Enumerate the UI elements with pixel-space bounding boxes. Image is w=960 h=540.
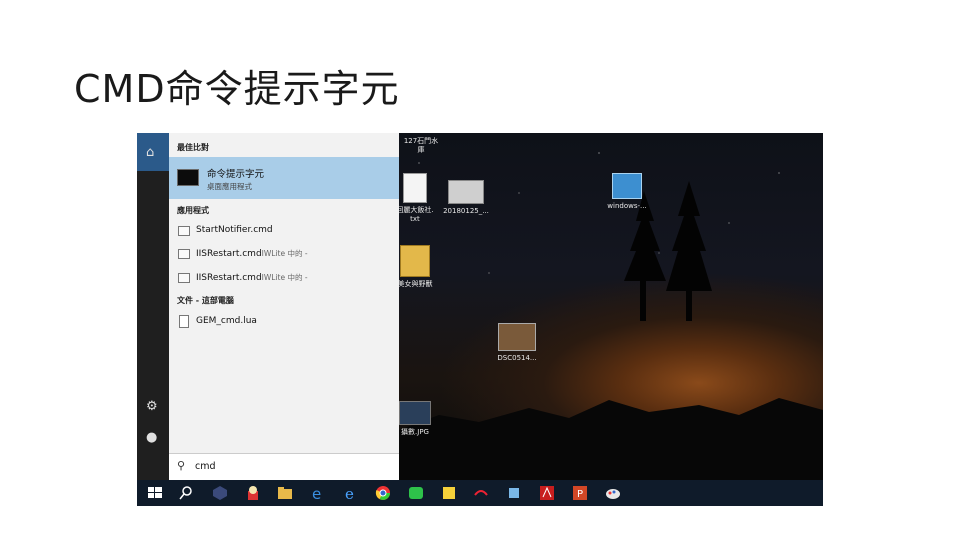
desktop-icon[interactable]: windows-... [597,173,657,211]
app-location: IWLite 中的 - [261,249,308,258]
search-icon[interactable] [178,485,194,501]
taskbar: e e P [137,480,823,506]
command-prompt-icon [177,169,199,186]
app-red-icon[interactable] [473,485,489,501]
settings-icon[interactable]: ⚙ [146,399,158,414]
remote-desktop-icon [612,173,642,199]
search-results-panel: 最佳比對 命令提示字元 桌面應用程式 應用程式 StartNotifier.cm… [169,133,399,453]
files-header: 文件 - 這部電腦 [177,296,234,305]
slide-title: CMD命令提示字元 [74,67,400,111]
list-item[interactable]: IISRestart.cmdIWLite 中的 - [169,268,399,288]
svg-text:P: P [577,489,583,500]
desktop-icon-label: DSC0514... [497,354,537,362]
home-icon: ⌂ [146,145,155,160]
image-file-icon [498,323,536,351]
image-file-icon [399,401,431,425]
ie-icon[interactable]: e [343,485,359,501]
app-location: IWLite 中的 - [261,273,308,282]
desktop: 127石門水 庫 回麗大飯社. txt 20180125_... windows… [396,133,823,480]
folder-icon [400,245,430,277]
script-file-icon [178,249,190,259]
script-file-icon [178,226,190,236]
line-icon[interactable] [408,485,424,501]
desktop-icon-label: 回麗大飯社. txt [396,206,434,223]
list-item[interactable]: StartNotifier.cmd [169,221,399,241]
acrobat-icon[interactable] [539,485,555,501]
document-icon [179,315,189,328]
user-icon[interactable]: ● [146,430,157,445]
image-file-icon [448,180,484,204]
app-name: StartNotifier.cmd [196,225,273,235]
apps-header: 應用程式 [177,206,209,215]
popcorn-icon[interactable] [245,485,261,501]
powerpoint-icon[interactable]: P [572,485,588,501]
svg-text:e: e [345,485,354,501]
desktop-icon-label: 20180125_... [443,207,489,215]
app-blue-icon[interactable] [506,485,522,501]
list-item[interactable]: IISRestart.cmdIWLite 中的 - [169,244,399,264]
best-match-subtitle: 桌面應用程式 [207,182,252,191]
screenshot: 127石門水 庫 回麗大飯社. txt 20180125_... windows… [137,133,823,506]
best-match-header: 最佳比對 [177,143,209,152]
edge-icon[interactable]: e [310,485,326,501]
search-input[interactable]: cmd [195,461,216,472]
sticky-icon[interactable] [441,485,457,501]
search-icon: ⚲ [177,459,186,472]
search-box[interactable]: ⚲ cmd [169,453,399,481]
desktop-icon-label: 127石門水 庫 [403,137,439,154]
start-menu-left-bar: ⌂ ⚙ ● [137,133,169,480]
file-explorer-icon[interactable] [277,485,293,501]
svg-text:e: e [312,485,321,501]
desktop-icon-label: windows-... [607,202,647,210]
desktop-icon-label: 攝數.JPG [401,428,429,436]
script-file-icon [178,273,190,283]
list-item[interactable]: GEM_cmd.lua [169,312,399,332]
windows-start-icon[interactable] [147,485,163,501]
text-file-icon [403,173,427,203]
paint-icon[interactable] [605,485,621,501]
home-button[interactable]: ⌂ [137,133,169,171]
desktop-icon[interactable]: 20180125_... [436,180,496,216]
best-match-item[interactable]: 命令提示字元 桌面應用程式 [169,157,399,199]
app-icon[interactable] [212,485,228,501]
mountain-silhouette [399,398,823,480]
file-name: GEM_cmd.lua [196,316,257,326]
best-match-title: 命令提示字元 [207,169,265,180]
chrome-icon[interactable] [375,485,391,501]
app-name: IISRestart.cmd [196,249,262,259]
desktop-icon[interactable]: 127石門水 庫 [391,137,451,155]
desktop-icon[interactable]: DSC0514... [487,323,547,363]
desktop-icon-label: 美女與野獸 [397,280,433,288]
app-name: IISRestart.cmd [196,273,262,283]
